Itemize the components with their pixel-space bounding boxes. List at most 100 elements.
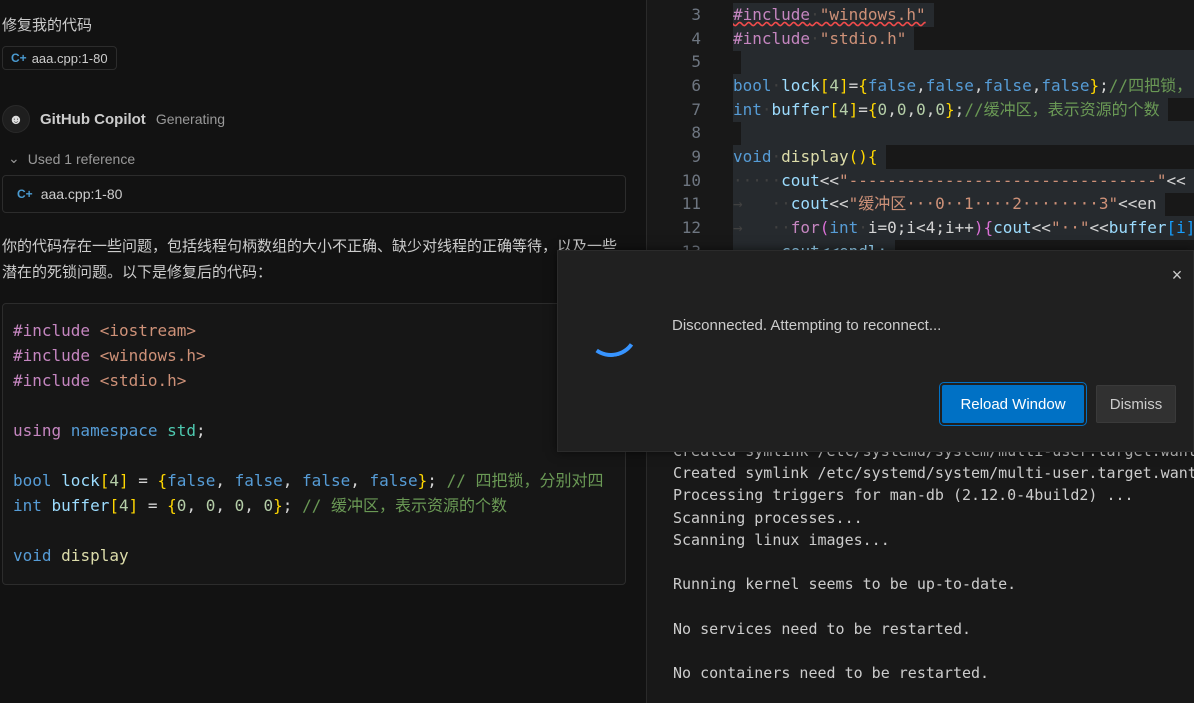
reference-item[interactable]: C+ aaa.cpp:1-80 [2, 175, 626, 213]
code-token: · [771, 147, 782, 167]
code-token: ····· [733, 170, 782, 190]
loading-spinner-icon [579, 298, 643, 362]
code-token: lock [781, 76, 820, 95]
code-token: #include [733, 5, 811, 24]
editor-line[interactable]: 8 [647, 121, 1194, 146]
code-token: #include [13, 346, 100, 365]
close-icon[interactable]: × [1169, 265, 1185, 286]
line-number: 6 [691, 76, 701, 95]
terminal-line: Created symlink /etc/systemd/system/mult… [673, 464, 1194, 483]
code-token: lock [61, 471, 100, 490]
code-token: · [858, 218, 868, 238]
code-token: · [810, 28, 820, 48]
used-references-toggle[interactable]: ⌄ Used 1 reference [8, 150, 135, 167]
cpp-file-icon: C+ [17, 187, 33, 201]
code-token: "windows.h" [819, 5, 926, 24]
code-token: #include [13, 321, 100, 340]
code-token: int [829, 218, 859, 238]
code-token: false [1041, 76, 1090, 95]
line-content: int·buffer[4]={0,0,0,0};//缓冲区，表示资源的个数 [733, 97, 1168, 122]
code-token: · [771, 76, 782, 95]
editor-line[interactable]: 5 [647, 50, 1194, 75]
code-token: } [417, 471, 428, 490]
code-token: { [858, 76, 868, 95]
editor-line[interactable]: 4 #include·"stdio.h" [647, 26, 1194, 51]
terminal-panel[interactable]: Created symlink /etc/systemd/system/mult… [647, 440, 1194, 703]
terminal-line: Processing triggers for man-db (2.12.0-4… [673, 486, 1134, 505]
line-content: → ··cout<<"缓冲区···0··1····2········3"<<en [733, 192, 1165, 217]
code-token: [ [109, 496, 119, 515]
file-reference-chip[interactable]: C+ aaa.cpp:1-80 [2, 46, 117, 70]
code-token: <stdio.h> [99, 371, 187, 390]
code-token: display [781, 147, 849, 167]
line-content [741, 121, 1194, 146]
chip-label: aaa.cpp:1-80 [31, 50, 108, 66]
code-token: <<en [1118, 194, 1157, 214]
code-token: std [167, 421, 197, 440]
code-token: 4 [109, 471, 119, 490]
code-token: "··" [1050, 218, 1090, 238]
code-token: "--------------------------------" [838, 170, 1167, 190]
code-token: false [867, 76, 917, 95]
response-text: 你的代码存在一些问题，包括线程句柄数组的大小不正确、缺少对线程的正确等待，以及一… [2, 238, 618, 281]
code-token: buffer [1108, 218, 1167, 238]
code-token: = [848, 76, 859, 95]
code-line: using namespace std; [13, 418, 615, 443]
code-token: using [13, 421, 71, 440]
dismiss-button[interactable]: Dismiss [1096, 385, 1176, 423]
code-token: false [234, 471, 283, 490]
line-number: 3 [691, 5, 701, 24]
code-token: //四把锁， [1108, 76, 1193, 95]
line-content: bool·lock[4]={false,false,false,false};/… [733, 74, 1194, 98]
code-line: #include <windows.h> [13, 343, 615, 368]
code-token: ] [128, 496, 139, 515]
line-content: void·display(){ [733, 145, 886, 170]
editor-line[interactable]: 6 bool·lock[4]={false,false,false,false};… [647, 74, 1194, 98]
code-token: <iostream> [99, 321, 197, 340]
line-number: 8 [691, 123, 701, 143]
code-token: , [186, 496, 206, 515]
code-token: 0 [877, 99, 888, 119]
code-token: , [215, 496, 235, 515]
code-token: 4 [829, 76, 839, 95]
reload-window-button[interactable]: Reload Window [939, 382, 1087, 426]
code-token: << [1089, 218, 1109, 238]
terminal-line: Scanning linux images... [673, 530, 890, 549]
user-request: 修复我的代码 [2, 17, 93, 34]
code-line: int buffer[4] = {0, 0, 0, 0}; // 缓冲区，表示资… [13, 493, 615, 518]
code-token: [ [819, 76, 830, 95]
code-token: // 四把锁，分别对四 [446, 471, 604, 490]
code-token: void [13, 546, 62, 565]
code-token: i=0;i<4;i++ [867, 218, 974, 238]
editor-line[interactable]: 9 void·display(){ [647, 145, 1194, 170]
code-token: } [273, 496, 283, 515]
copilot-chat-panel: 修复我的代码 C+ aaa.cpp:1-80 ☻ GitHub Copilot … [0, 0, 646, 703]
reference-file-label: aaa.cpp:1-80 [40, 186, 123, 202]
editor-line[interactable]: 11 → ··cout<<"缓冲区···0··1····2········3"<<… [647, 192, 1194, 217]
code-token: cout [781, 170, 820, 190]
code-token: { [167, 496, 177, 515]
line-number: 12 [681, 218, 701, 238]
editor-line[interactable]: 12 → ··for(int·i=0;i<4;i++){cout<<"··"<<b… [647, 216, 1194, 241]
editor-line[interactable]: 7 int·buffer[4]={0,0,0,0};//缓冲区，表示资源的个数 [647, 97, 1194, 122]
editor-line[interactable]: 3 #include·"windows.h" [647, 3, 1194, 27]
code-token: << [829, 194, 849, 214]
editor-line[interactable]: 10 ·····cout<<"--------------------------… [647, 168, 1194, 193]
code-token: ; [954, 99, 965, 119]
code-line: void display [13, 543, 615, 568]
code-token: << [1166, 170, 1186, 190]
code-token: { [983, 218, 994, 238]
code-editor[interactable]: 3 #include · "windows.h" 4 #include·"stdio.h"… [647, 0, 1194, 264]
code-token: 0 [234, 496, 245, 515]
code-token: ; [427, 471, 447, 490]
code-token: "缓冲区···0··1····2········3" [848, 194, 1119, 214]
code-token: , [215, 471, 235, 490]
agent-status: Generating [155, 111, 226, 127]
code-token: << [819, 170, 839, 190]
code-token: = [858, 99, 868, 119]
code-token: [i] [1166, 218, 1194, 238]
code-token: { [157, 471, 168, 490]
line-number: 11 [681, 194, 701, 214]
